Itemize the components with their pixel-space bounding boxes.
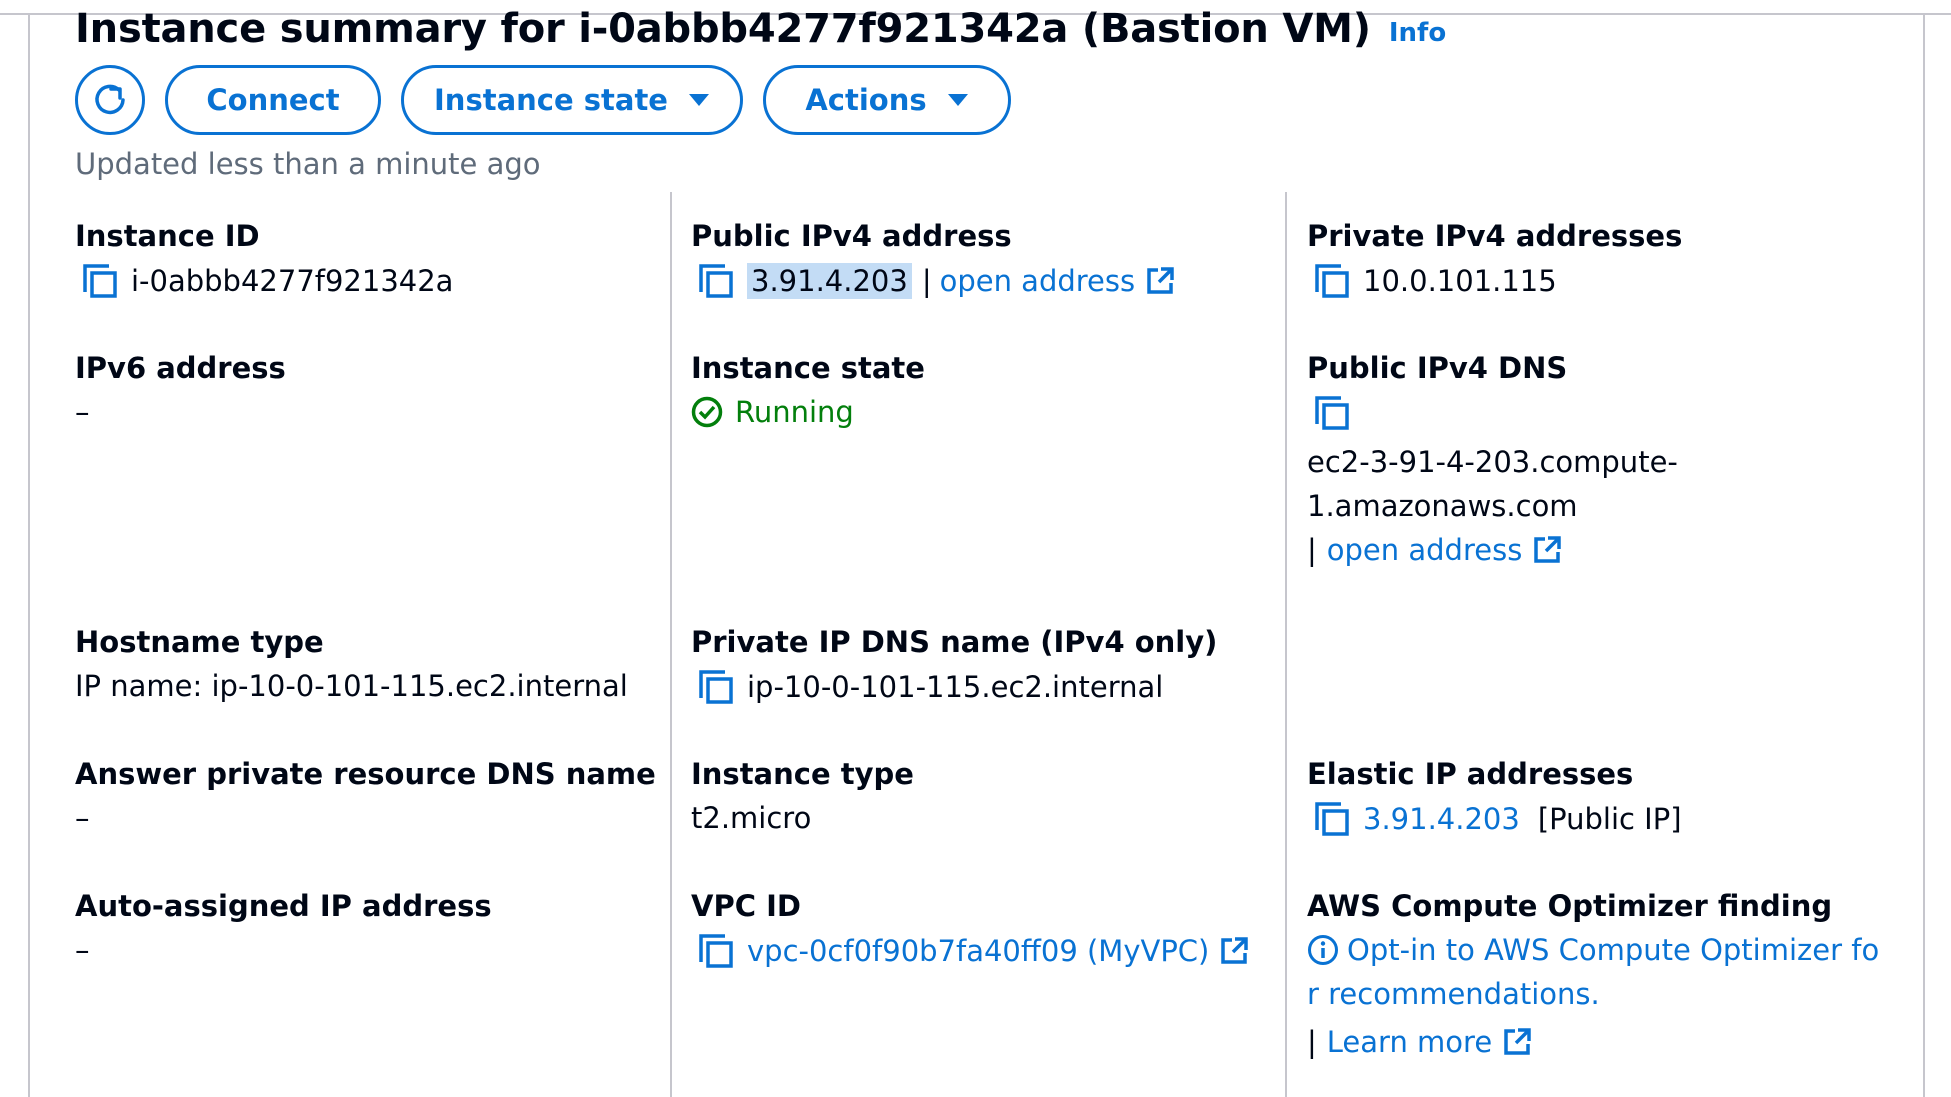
instance-id-value: i-0abbb4277f921342a [131,264,454,298]
external-link-icon[interactable] [1502,1027,1532,1057]
open-address-link[interactable]: open address [1327,532,1523,568]
field-private-ipv4: Private IPv4 addresses 10.0.101.115 [1307,218,1682,300]
public-dns-value-line: 1.amazonaws.com [1307,489,1578,523]
caret-down-icon [947,94,968,106]
field-label: Private IP DNS name (IPv4 only) [691,625,1218,659]
field-public-dns: Public IPv4 DNS ec2-3-91-4-203.compute- … [1307,350,1678,568]
field-label: Instance state [691,351,925,385]
field-label: Instance type [691,757,914,791]
status-success-icon [691,396,723,428]
connect-label: Connect [206,83,340,117]
vpc-id-link[interactable]: vpc-0cf0f90b7fa40ff09 (MyVPC) [747,933,1209,969]
updated-timestamp: Updated less than a minute ago [75,147,541,181]
ipv6-value: – [75,395,90,429]
public-ipv4-value: 3.91.4.203 [747,263,912,299]
separator: | [1307,1025,1317,1059]
toolbar: Connect Instance state Actions [75,65,1031,135]
external-link-icon[interactable] [1532,535,1562,565]
elastic-ip-suffix: [Public IP] [1537,802,1682,836]
field-instance-state: Instance state Running [691,350,925,430]
refresh-icon [95,84,125,115]
field-label: Public IPv4 DNS [1307,351,1568,385]
separator: | [921,264,932,298]
column-divider [670,192,672,1097]
copy-icon[interactable] [1313,262,1351,300]
field-label: Public IPv4 address [691,219,1012,253]
field-private-dns: Private IP DNS name (IPv4 only) ip-10-0-… [691,624,1217,706]
field-label: Private IPv4 addresses [1307,219,1683,253]
column-divider [1285,192,1287,1097]
private-ipv4-value: 10.0.101.115 [1363,264,1557,298]
copy-icon[interactable] [697,932,735,970]
field-label: Auto-assigned IP address [75,889,492,923]
page-header: Instance summary for i-0abbb4277f921342a… [75,0,1446,58]
external-link-icon[interactable] [1219,936,1249,966]
auto-ip-value: – [75,933,90,967]
connect-button[interactable]: Connect [165,65,381,135]
optimizer-line: Opt-in to AWS Compute Optimizer fo [1347,933,1880,967]
page-title: Instance summary for i-0abbb4277f921342a… [75,6,1371,52]
field-label: Instance ID [75,219,260,253]
field-instance-id: Instance ID i-0abbb4277f921342a [75,218,453,300]
external-link-icon[interactable] [1145,266,1175,296]
left-border [28,15,30,1097]
actions-button[interactable]: Actions [763,65,1011,135]
field-hostname-type: Hostname type IP name: ip-10-0-101-115.e… [75,624,628,704]
copy-icon[interactable] [697,262,735,300]
field-answer-dns: Answer private resource DNS name – [75,756,656,836]
public-dns-value-line: ec2-3-91-4-203.compute- [1307,445,1678,479]
actions-label: Actions [805,83,927,117]
refresh-button[interactable] [75,65,145,135]
copy-icon[interactable] [697,668,735,706]
field-instance-type: Instance type t2.micro [691,756,914,836]
field-label: IPv6 address [75,351,286,385]
field-label: Hostname type [75,625,324,659]
private-dns-value: ip-10-0-101-115.ec2.internal [747,670,1164,704]
info-icon [1308,935,1338,965]
field-vpc-id: VPC ID vpc-0cf0f90b7fa40ff09 (MyVPC) [691,888,1249,970]
field-elastic-ip: Elastic IP addresses 3.91.4.203 [Public … [1307,756,1682,838]
field-label: Answer private resource DNS name [75,757,656,791]
field-ipv6: IPv6 address – [75,350,286,430]
hostname-type-value: IP name: ip-10-0-101-115.ec2.internal [75,669,628,703]
optimizer-line[interactable]: r recommendations. [1307,972,1879,1016]
field-auto-ip: Auto-assigned IP address – [75,888,492,968]
answer-dns-value: – [75,801,90,835]
copy-icon[interactable] [1313,394,1351,432]
field-label: VPC ID [691,889,801,923]
instance-state-label: Instance state [434,83,668,117]
field-optimizer: AWS Compute Optimizer finding Opt-in to … [1307,888,1879,1060]
copy-icon[interactable] [81,262,119,300]
optimizer-opt-in-link[interactable]: Opt-in to AWS Compute Optimizer fo [1307,928,1879,972]
elastic-ip-link[interactable]: 3.91.4.203 [1363,801,1520,837]
field-label: AWS Compute Optimizer finding [1307,889,1833,923]
instance-state-value: Running [735,395,854,429]
copy-icon[interactable] [1313,800,1351,838]
instance-state-button[interactable]: Instance state [401,65,743,135]
separator: | [1307,533,1317,567]
instance-type-value: t2.micro [691,801,812,835]
field-public-ipv4: Public IPv4 address 3.91.4.203 | open ad… [691,218,1175,300]
field-label: Elastic IP addresses [1307,757,1634,791]
learn-more-link[interactable]: Learn more [1327,1024,1492,1060]
right-border [1923,15,1925,1097]
info-link[interactable]: Info [1389,18,1446,48]
open-address-link[interactable]: open address [940,263,1136,299]
caret-down-icon [688,94,709,106]
